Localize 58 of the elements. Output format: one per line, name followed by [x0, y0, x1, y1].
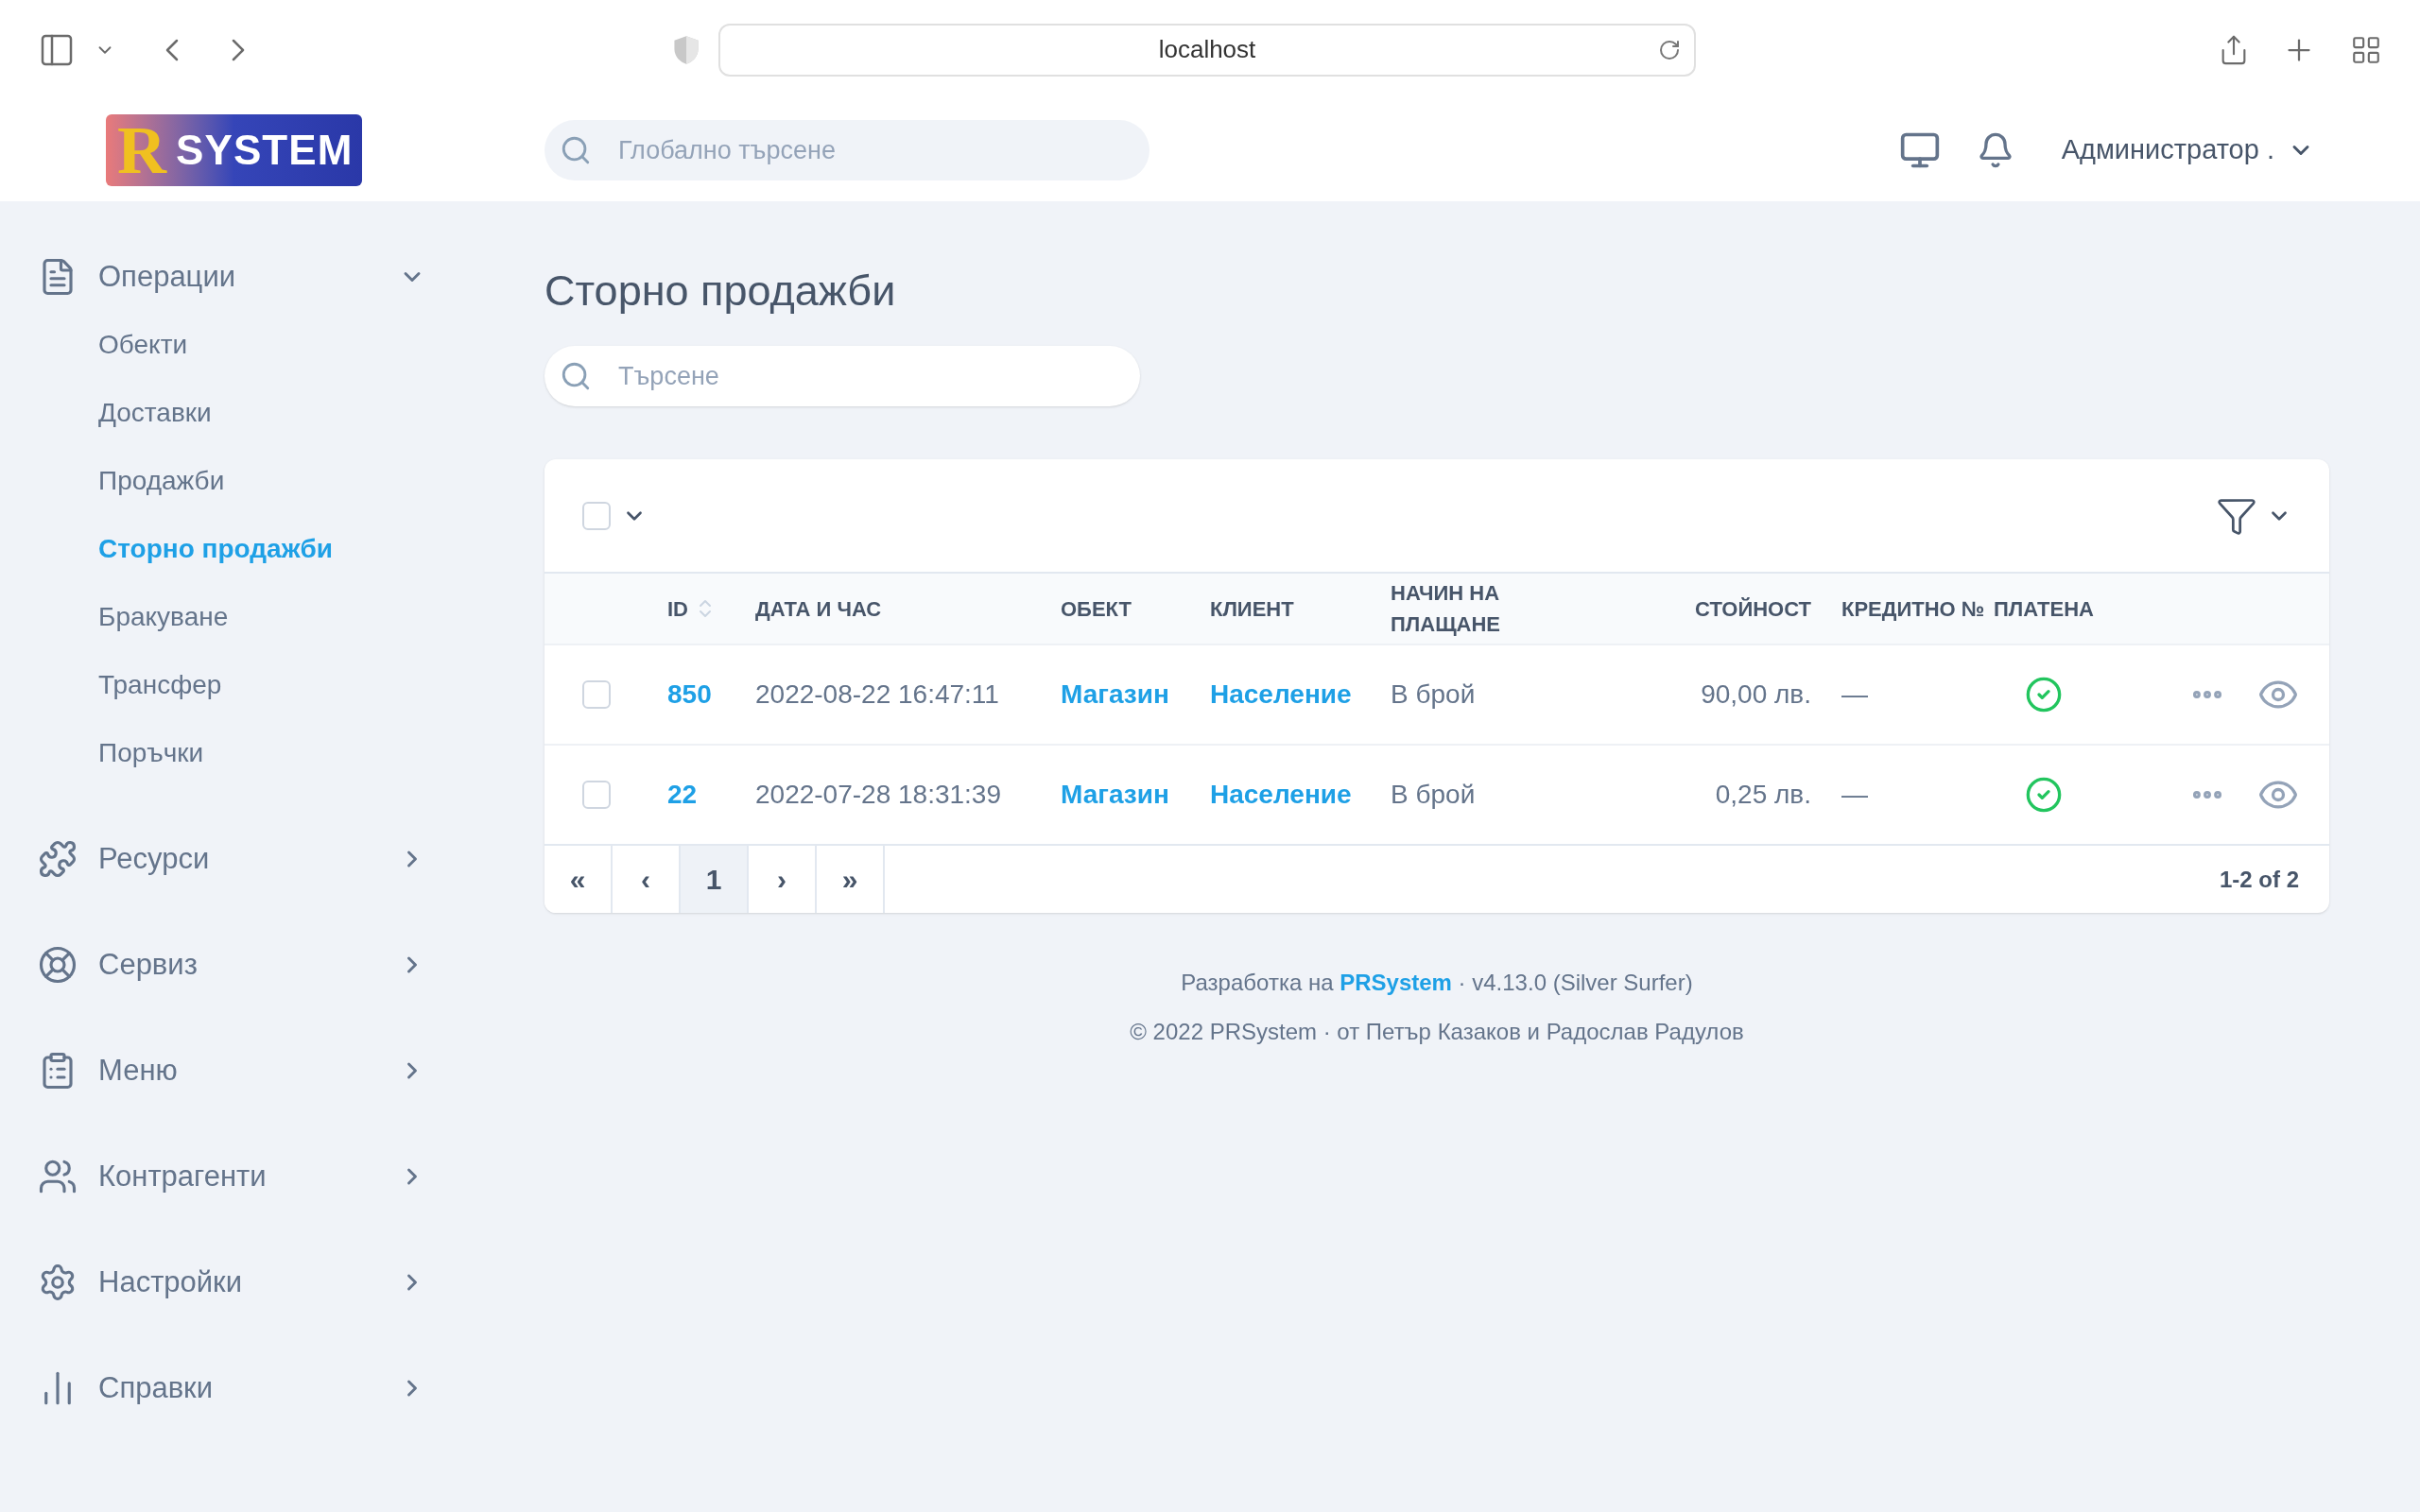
table-cell: 2022-08-22 16:47:11	[755, 679, 999, 709]
sidebar-subitem[interactable]: Поръчки	[98, 733, 204, 773]
sidebar-item[interactable]: Контрагенти	[38, 1143, 425, 1211]
table-cell: —	[1841, 780, 1868, 809]
sidebar-subitem[interactable]: Доставки	[98, 393, 212, 433]
client-link[interactable]: Население	[1210, 679, 1352, 709]
column-header[interactable]: ID	[667, 593, 688, 625]
puzzle-icon	[38, 839, 78, 879]
table-cell: 90,00 лв.	[1701, 679, 1811, 709]
search-icon	[560, 360, 592, 392]
footer-credits: Разработка на PRSystem · v4.13.0 (Silver Surfer)	[1181, 969, 1693, 997]
table-cell: В брой	[1391, 780, 1476, 809]
sidebar-item[interactable]: Операции	[38, 243, 425, 311]
table-cell: В брой	[1391, 679, 1476, 709]
client-link[interactable]: Население	[1210, 780, 1352, 809]
search-field[interactable]: Търсене	[544, 346, 1140, 406]
column-header: ДАТА И ЧАС	[755, 595, 882, 623]
page-title: Сторно продажби	[544, 269, 897, 312]
page-button[interactable]: »	[817, 846, 885, 913]
object-link[interactable]: Магазин	[1061, 780, 1169, 809]
table-cell: 0,25 лв.	[1715, 780, 1811, 809]
column-header: ОБЕКТ	[1061, 595, 1132, 623]
column-header: КРЕДИТНО №	[1841, 595, 1985, 623]
page-button[interactable]: 1	[681, 846, 749, 913]
user-menu[interactable]: Администратор .	[2061, 129, 2314, 171]
sidebar-item[interactable]: Сервиз	[38, 931, 425, 999]
sidebar-subitem[interactable]: Бракуване	[98, 597, 229, 637]
column-header: СТОЙНОСТ	[1695, 595, 1811, 623]
sidebar-item[interactable]: Настройки	[38, 1248, 425, 1316]
footer-copyright: © 2022 PRSystem · от Петър Казаков и Радослав Радулов	[1130, 1018, 1744, 1046]
column-header: ПЛАТЕНА	[1994, 595, 2094, 623]
lifebuoy-icon	[38, 945, 78, 985]
sidebar-subitem[interactable]: Обекти	[98, 325, 188, 365]
select-all-checkbox[interactable]	[582, 501, 611, 530]
sidebar-item[interactable]: Ресурси	[38, 825, 425, 893]
column-header: НАЧИН НА ПЛАЩАНЕ	[1391, 580, 1501, 638]
table-cell: 2022-07-28 18:31:39	[755, 780, 1001, 809]
id-link[interactable]: 22	[667, 780, 698, 809]
row-checkbox[interactable]	[582, 781, 611, 809]
page-button[interactable]: «	[544, 846, 613, 913]
sidebar-subitem[interactable]: Трансфер	[98, 665, 222, 705]
page-button[interactable]: ‹	[613, 846, 681, 913]
table-cell: —	[1841, 679, 1868, 709]
page-range: 1-2 of 2	[2219, 865, 2299, 894]
id-link[interactable]: 850	[667, 679, 712, 709]
sidebar-subitem[interactable]: Продажби	[98, 461, 225, 501]
column-header: КЛИЕНТ	[1210, 595, 1294, 623]
global-search-field[interactable]: Глобално търсене	[544, 120, 1150, 180]
sidebar-item[interactable]: Меню	[38, 1037, 425, 1105]
object-link[interactable]: Магазин	[1061, 679, 1169, 709]
page-button[interactable]: ›	[749, 846, 817, 913]
address-bar[interactable]: localhost	[718, 23, 1696, 77]
reload-icon[interactable]	[1658, 38, 1681, 61]
sidebar-subitem[interactable]: Сторно продажби	[98, 529, 334, 569]
sidebar-item[interactable]: Справки	[38, 1354, 425, 1422]
search-icon	[560, 134, 592, 166]
row-checkbox[interactable]	[582, 680, 611, 709]
logo[interactable]: R SYSTEM	[106, 114, 362, 186]
